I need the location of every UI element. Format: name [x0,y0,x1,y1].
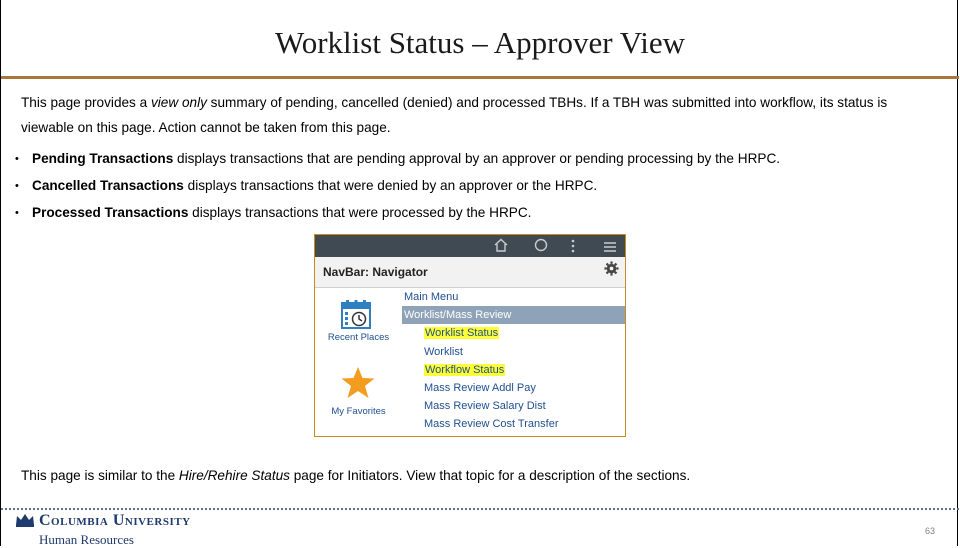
search-icon[interactable] [533,237,549,258]
crown-icon [15,513,35,527]
menu-item-label: Mass Review Salary Dist [424,400,546,413]
menu-item-worklist-mass-review[interactable]: Worklist/Mass Review [402,306,625,325]
bullet-item: • Cancelled Transactions displays transac… [15,176,950,203]
my-favorites-label[interactable]: My Favorites [315,406,402,417]
intro-italic: view only [150,95,207,110]
bullet-bold: Processed Transactions [32,205,189,220]
menu-item-workflow-status[interactable]: Workflow Status [402,361,625,379]
bullet-list: • Pending Transactions displays transacti… [15,149,950,230]
menu-item-label: Worklist [424,345,463,358]
bullet-bold: Pending Transactions [32,151,174,166]
footer-divider [1,508,959,510]
menu-item-label: Mass Review Cost Transfer [424,418,559,431]
menu-item-label: Mass Review Addl Pay [424,381,536,394]
menu-item-label: Main Menu [404,291,459,303]
star-icon[interactable] [340,366,376,405]
bullet-bold: Cancelled Transactions [32,178,184,193]
navigator-left-pane: Recent Places My Favorites [315,288,402,436]
menu-item-worklist-status[interactable]: Worklist Status [402,324,625,342]
menu-item-main-menu[interactable]: Main Menu [402,288,625,306]
menu-item-label: Worklist/Mass Review [404,309,512,322]
note-italic: Hire/Rehire Status [178,468,290,483]
bullet-dot: • [15,180,19,192]
home-icon[interactable] [493,237,509,258]
bullet-text: displays transactions that were denied b… [183,178,598,193]
page-number: 63 [924,526,935,536]
note-text-2: page for Initiators. View that topic for… [289,468,691,483]
menu-item-mass-review-salary-dist[interactable]: Mass Review Salary Dist [402,397,625,415]
bullet-text: displays transactions that were processe… [188,205,532,220]
navbar-top [315,235,625,257]
slide-title: Worklist Status – Approver View [274,25,686,60]
navigator-header: NavBar: Navigator [315,257,625,288]
title-divider [1,76,959,79]
menu-item-mass-review-addl-pay[interactable]: Mass Review Addl Pay [402,379,625,397]
slide: Worklist Status – Approver View This pag… [0,0,959,547]
menu-icon[interactable] [602,237,618,258]
intro-paragraph: This page provides a view only summary o… [21,90,936,140]
bullet-dot: • [15,153,19,165]
menu-item-label: Worklist Status [424,327,500,340]
gear-icon[interactable] [604,261,619,281]
bullet-item: • Pending Transactions displays transacti… [15,149,950,176]
note-paragraph: This page is similar to the Hire/Rehire … [21,468,690,483]
note-text-1: This page is similar to the [21,468,179,483]
bullet-dot: • [15,207,19,219]
recent-places-label[interactable]: Recent Places [315,332,402,343]
navigator-menu: Main Menu Worklist/Mass Review Worklist … [402,288,625,436]
intro-text-1: This page provides a [21,95,151,110]
more-icon[interactable] [570,237,576,258]
menu-item-mass-review-cost-transfer[interactable]: Mass Review Cost Transfer [402,415,625,433]
menu-item-label: Workflow Status [424,363,506,376]
bullet-item: • Processed Transactions displays transac… [15,203,950,230]
menu-item-worklist[interactable]: Worklist [402,343,625,361]
calendar-clock-icon[interactable] [340,298,372,335]
university-name: Columbia University [39,512,191,529]
navigator-panel: NavBar: Navigator Recent Places My Favor… [314,234,626,437]
bullet-text: displays transactions that are pending a… [173,151,781,166]
navigator-title: NavBar: Navigator [323,265,428,279]
